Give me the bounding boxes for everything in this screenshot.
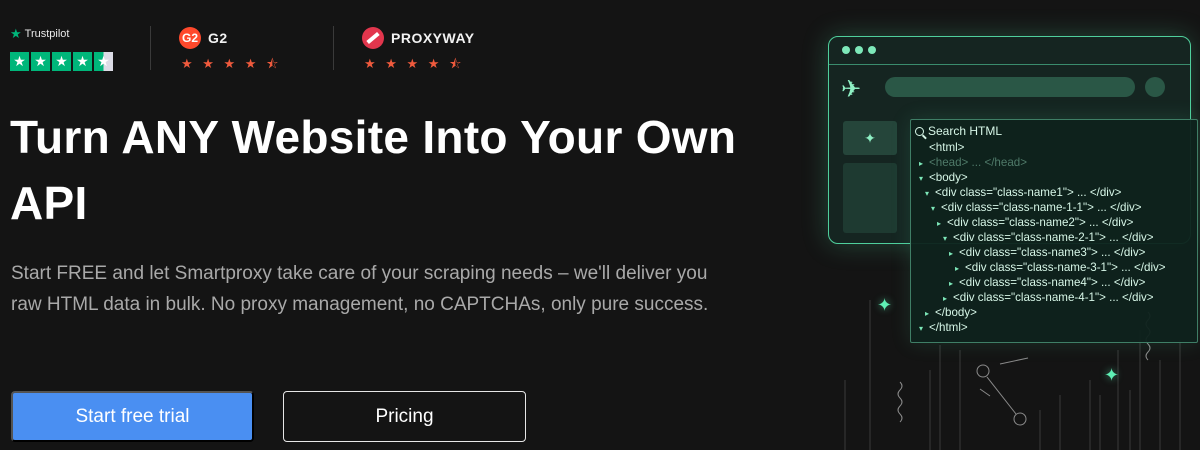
html-tree-line: ▾ <body> [919,170,1166,185]
html-tree-text: <head> ... </head> [929,156,1027,169]
g2-name: G2 [208,30,228,46]
ratings-strip: ★ Trustpilot ★ ★ ★ ★ ★ G2 G2 ★ ★ ★ ★ ⯪ P… [10,26,502,76]
html-tree-text: <body> [929,171,968,184]
hero-illustration: ✈ ✦ Search HTML <html> ▸ <head> ... </head… [800,0,1200,450]
html-tree-line: ▸ </body> [919,305,1166,320]
html-tree-line: ▾ <div class="class-name-2-1"> ... </div> [919,230,1166,245]
trustpilot-star-icon: ★ [10,26,22,41]
sparkle-icon: ✦ [877,295,893,315]
html-tree-line: ▸ <div class="class-name3"> ... </div> [919,245,1166,260]
html-tree-line: ▸ <div class="class-name4"> ... </div> [919,275,1166,290]
caret-down-icon: ▾ [943,234,948,243]
html-tree: <html> ▸ <head> ... </head> ▾ <body> ▾ <div cl… [919,140,1166,335]
caret-down-icon: ▾ [919,324,924,333]
g2-logo-icon: G2 [179,27,201,49]
window-dot-icon [868,46,876,54]
sidebar-block [843,163,897,233]
proxyway-name: PROXYWAY [391,30,475,46]
caret-right-icon: ▸ [925,309,930,318]
g2-rating[interactable]: G2 G2 ★ ★ ★ ★ ⯪ [179,26,333,77]
sidebar-sparkle-block: ✦ [843,121,897,155]
star-icon: ★ [73,52,92,71]
window-dot-icon [855,46,863,54]
html-tree-text: <html> [929,141,965,154]
caret-right-icon: ▸ [949,279,954,288]
html-tree-text: </html> [929,321,968,334]
html-tree-line: ▸ <div class="class-name-3-1"> ... </div> [919,260,1166,275]
html-tree-text: <div class="class-name-1-1"> ... </div> [941,201,1142,214]
trustpilot-rating[interactable]: ★ Trustpilot ★ ★ ★ ★ ★ [10,26,150,71]
html-tree-text: <div class="class-name3"> ... </div> [959,246,1146,259]
html-tree-text: <div class="class-name-2-1"> ... </div> [953,231,1154,244]
proxyway-logo-icon [362,27,384,49]
star-icon: ★ [31,52,50,71]
caret-right-icon: ▸ [949,249,954,258]
window-controls [829,37,1190,65]
html-tree-text: </body> [935,306,977,319]
html-inspector-panel: Search HTML <html> ▸ <head> ... </head> ▾ <b… [910,119,1198,343]
html-tree-text: <div class="class-name-3-1"> ... </div> [965,261,1166,274]
caret-right-icon: ▸ [919,159,924,168]
html-tree-line: ▾ </html> [919,320,1166,335]
html-tree-line: ▾ <div class="class-name1"> ... </div> [919,185,1166,200]
html-tree-line: ▸ <div class="class-name2"> ... </div> [919,215,1166,230]
pricing-button[interactable]: Pricing [283,391,526,442]
html-tree-line: ▾ <div class="class-name-1-1"> ... </div> [919,200,1166,215]
caret-down-icon: ▾ [925,189,930,198]
html-tree-text: <div class="class-name4"> ... </div> [959,276,1146,289]
caret-right-icon: ▸ [955,264,960,273]
html-tree-line: ▸ <div class="class-name-4-1"> ... </div> [919,290,1166,305]
caret-right-icon: ▸ [943,294,948,303]
trustpilot-name: Trustpilot [24,28,70,40]
caret-right-icon: ▸ [937,219,942,228]
divider [150,26,151,70]
window-dot-icon [842,46,850,54]
half-star-icon: ★ [94,52,113,71]
star-icon: ★ [10,52,29,71]
html-tree-text: <div class="class-name1"> ... </div> [935,186,1122,199]
g2-stars: ★ ★ ★ ★ ⯪ [181,56,282,71]
address-bar [885,77,1135,97]
address-button [1145,77,1165,97]
trustpilot-stars: ★ ★ ★ ★ ★ [10,52,150,71]
sparkle-icon: ✦ [1104,365,1120,385]
airplane-icon: ✈ [841,76,862,103]
divider [333,26,334,70]
hero-subtext: Start FREE and let Smartproxy take care … [11,263,709,315]
proxyway-stars: ★ ★ ★ ★ ⯪ [364,56,465,71]
html-tree-text: <div class="class-name2"> ... </div> [947,216,1134,229]
star-icon: ★ [52,52,71,71]
hero-headline: Turn ANY Website Into Your Own API [10,111,737,229]
search-html: Search HTML [915,124,1002,138]
search-label: Search HTML [928,124,1003,138]
caret-down-icon: ▾ [919,174,924,183]
html-tree-line: ▸ <head> ... </head> [919,155,1166,170]
search-icon [915,126,924,136]
start-free-trial-button[interactable]: Start free trial [11,391,254,442]
html-tree-line: <html> [919,140,1166,155]
proxyway-rating[interactable]: PROXYWAY ★ ★ ★ ★ ⯪ [362,26,502,77]
caret-down-icon: ▾ [931,204,936,213]
html-tree-text: <div class="class-name-4-1"> ... </div> [953,291,1154,304]
